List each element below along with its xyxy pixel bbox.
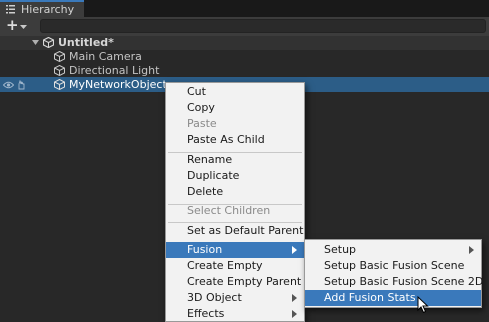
- tab-hierarchy[interactable]: Hierarchy: [0, 0, 84, 17]
- menu-item-fusion[interactable]: Fusion: [166, 242, 304, 258]
- chevron-down-icon: [20, 25, 27, 29]
- scene-name: Untitled*: [58, 36, 114, 49]
- menu-item-duplicate[interactable]: Duplicate: [166, 168, 304, 184]
- hand-pick-icon[interactable]: [17, 80, 26, 90]
- unity-scene-icon: [43, 37, 54, 48]
- menu-item-label: Setup: [324, 243, 357, 256]
- menu-item-3d-object[interactable]: 3D Object: [166, 290, 304, 306]
- list-icon: [6, 5, 15, 14]
- menu-item-set-default-parent[interactable]: Set as Default Parent: [166, 223, 304, 239]
- hierarchy-item-label: Directional Light: [69, 64, 160, 77]
- hierarchy-item-main-camera[interactable]: Main Camera: [0, 49, 489, 64]
- chevron-right-icon: [292, 310, 297, 318]
- menu-item-setup-basic-fusion-scene-2d[interactable]: Setup Basic Fusion Scene 2D: [305, 274, 483, 290]
- hierarchy-toolbar: +: [0, 16, 489, 36]
- eye-icon[interactable]: [3, 81, 14, 89]
- menu-item-cut[interactable]: Cut: [166, 84, 304, 100]
- chevron-right-icon: [292, 294, 297, 302]
- search-input[interactable]: [40, 19, 486, 33]
- menu-item-rename[interactable]: Rename: [166, 152, 304, 168]
- menu-item-label: Effects: [187, 307, 225, 320]
- add-button[interactable]: +: [4, 16, 30, 34]
- tab-bar: Hierarchy: [0, 0, 489, 17]
- fusion-submenu: Setup Setup Basic Fusion Scene Setup Bas…: [304, 239, 483, 308]
- expand-arrow-icon[interactable]: [32, 40, 39, 46]
- cube-icon: [54, 51, 65, 62]
- menu-item-create-empty[interactable]: Create Empty: [166, 258, 304, 274]
- menu-item-copy[interactable]: Copy: [166, 100, 304, 116]
- scene-row[interactable]: Untitled*: [0, 36, 489, 50]
- add-button-label: +: [6, 16, 19, 34]
- menu-item-select-children: Select Children: [187, 204, 271, 217]
- hierarchy-item-label: Main Camera: [69, 50, 142, 63]
- menu-item-add-fusion-stats[interactable]: Add Fusion Stats: [305, 290, 481, 306]
- context-menu: Cut Copy Paste Paste As Child Rename Dup…: [165, 82, 305, 322]
- menu-item-delete[interactable]: Delete: [166, 184, 304, 200]
- menu-item-paste: Paste: [187, 117, 217, 130]
- menu-item-paste-as-child[interactable]: Paste As Child: [166, 132, 304, 148]
- menu-item-label: 3D Object: [187, 291, 242, 304]
- menu-item-setup-basic-fusion-scene[interactable]: Setup Basic Fusion Scene: [305, 258, 481, 274]
- cube-icon: [54, 79, 65, 90]
- menu-item-setup[interactable]: Setup: [305, 242, 481, 258]
- menu-item-effects[interactable]: Effects: [166, 306, 304, 322]
- hierarchy-item-directional-light[interactable]: Directional Light: [0, 63, 489, 78]
- menu-item-label: Fusion: [187, 243, 223, 256]
- chevron-right-icon: [469, 246, 474, 254]
- menu-item-create-empty-parent[interactable]: Create Empty Parent: [166, 274, 304, 290]
- chevron-right-icon: [292, 246, 297, 254]
- cube-icon: [54, 65, 65, 76]
- hierarchy-item-label: MyNetworkObject: [69, 78, 167, 91]
- tab-title: Hierarchy: [21, 3, 75, 16]
- mouse-cursor-icon: [417, 296, 429, 314]
